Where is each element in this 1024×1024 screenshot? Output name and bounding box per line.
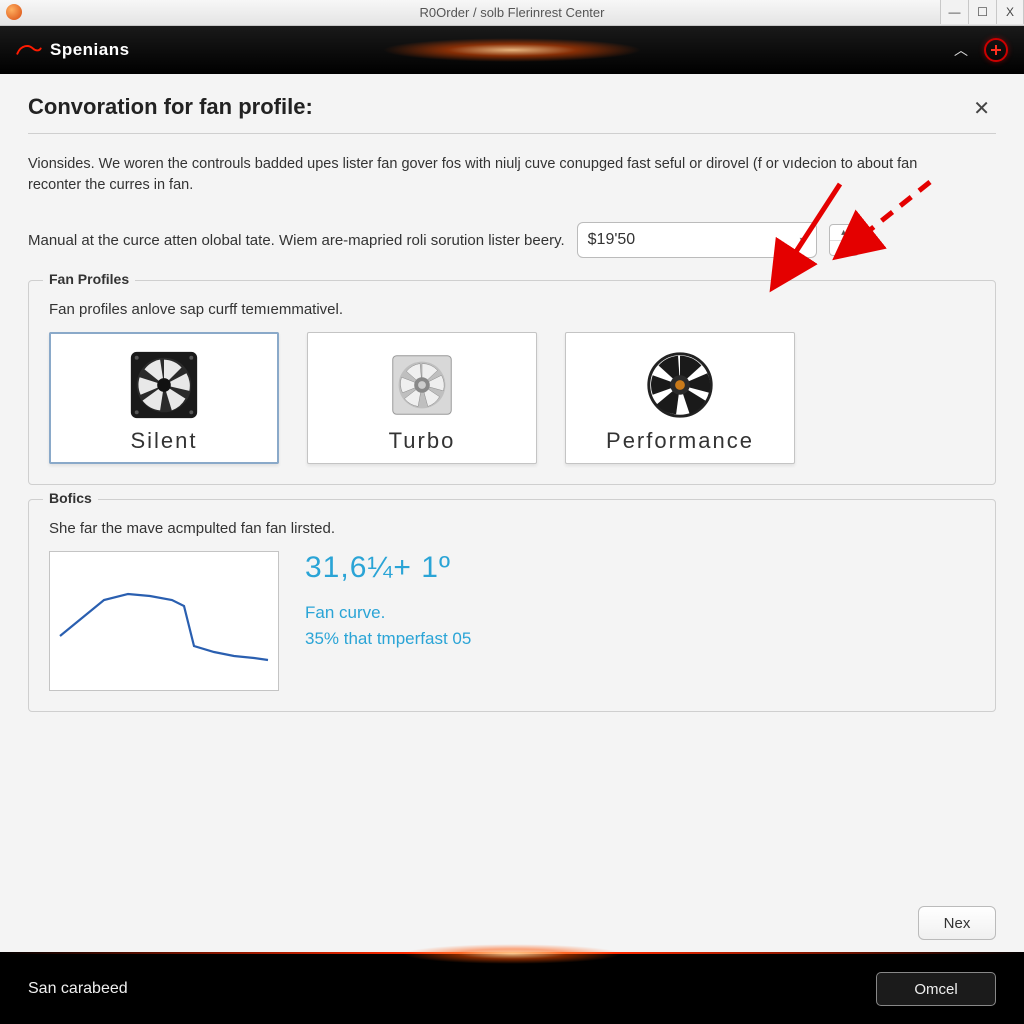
footer-bar: San carabeed Omcel: [0, 954, 1024, 1024]
os-close-button[interactable]: X: [996, 0, 1024, 24]
profile-card-turbo[interactable]: Turbo: [307, 332, 537, 464]
lens-flare-icon: [382, 38, 642, 62]
profile-card-silent[interactable]: Silent: [49, 332, 279, 464]
bofics-subtext: She far the mave acmpulted fan fan lirst…: [49, 520, 975, 537]
profile-card-performance[interactable]: Performance: [565, 332, 795, 464]
footer-status: San carabeed: [28, 980, 128, 998]
minimize-button[interactable]: —: [940, 0, 968, 24]
os-titlebar: R0Order / solb Flerinrest Center — ☐ X: [0, 0, 1024, 26]
bofics-legend: Bofics: [43, 490, 98, 506]
dropdown-selected-value: $19'50: [588, 231, 636, 249]
bofics-metrics: 31,6¼+ 1º Fan curve. 35% that tmperfast …: [305, 551, 471, 649]
page-title: Convoration for fan profile:: [28, 94, 313, 120]
fan-profiles-subtext: Fan profiles anlove sap curff temıemmati…: [49, 301, 975, 318]
page-body: Convoration for fan profile: ✕ Vionsides…: [0, 74, 1024, 954]
metric-value: 31,6¼+ 1º: [305, 551, 471, 585]
fan-profiles-group: Fan Profiles Fan profiles anlove sap cur…: [28, 280, 996, 485]
bofics-group: Bofics She far the mave acmpulted fan fa…: [28, 499, 996, 712]
fan-icon: [383, 346, 461, 424]
fan-icon: [125, 346, 203, 424]
page-close-button[interactable]: ✕: [967, 94, 996, 123]
chevron-down-icon: ▾: [800, 233, 806, 247]
fan-icon: [641, 346, 719, 424]
profile-card-label: Turbo: [389, 428, 456, 454]
cancel-button[interactable]: Omcel: [876, 972, 996, 1006]
app-close-button[interactable]: [984, 38, 1008, 62]
manual-mode-label: Manual at the curce atten olobal tate. W…: [28, 232, 565, 249]
value-dropdown[interactable]: $19'50 ▾: [577, 222, 817, 258]
metric-line-2: 35% that tmperfast 05: [305, 629, 471, 649]
profile-card-label: Silent: [130, 428, 197, 454]
brand-name: Spenians: [50, 40, 130, 60]
brand-logo-icon: [16, 42, 42, 58]
metric-line-1: Fan curve.: [305, 603, 471, 623]
profile-card-label: Performance: [606, 428, 754, 454]
brand-bar: Spenians ︿: [0, 26, 1024, 74]
window-controls: — ☐ X: [940, 0, 1024, 24]
value-stepper[interactable]: ▴ ▾: [829, 224, 859, 256]
next-button[interactable]: Nex: [918, 906, 996, 940]
page-description: Vionsides. We woren the controuls badded…: [28, 154, 948, 196]
stepper-down-icon[interactable]: ▾: [830, 241, 858, 256]
stepper-up-icon[interactable]: ▴: [830, 225, 858, 241]
app-icon: [6, 4, 22, 20]
divider: [28, 133, 996, 134]
maximize-button[interactable]: ☐: [968, 0, 996, 24]
collapse-icon[interactable]: ︿: [954, 40, 968, 60]
fan-profiles-legend: Fan Profiles: [43, 271, 135, 287]
window-title: R0Order / solb Flerinrest Center: [420, 5, 605, 20]
fan-curve-preview: [49, 551, 279, 691]
